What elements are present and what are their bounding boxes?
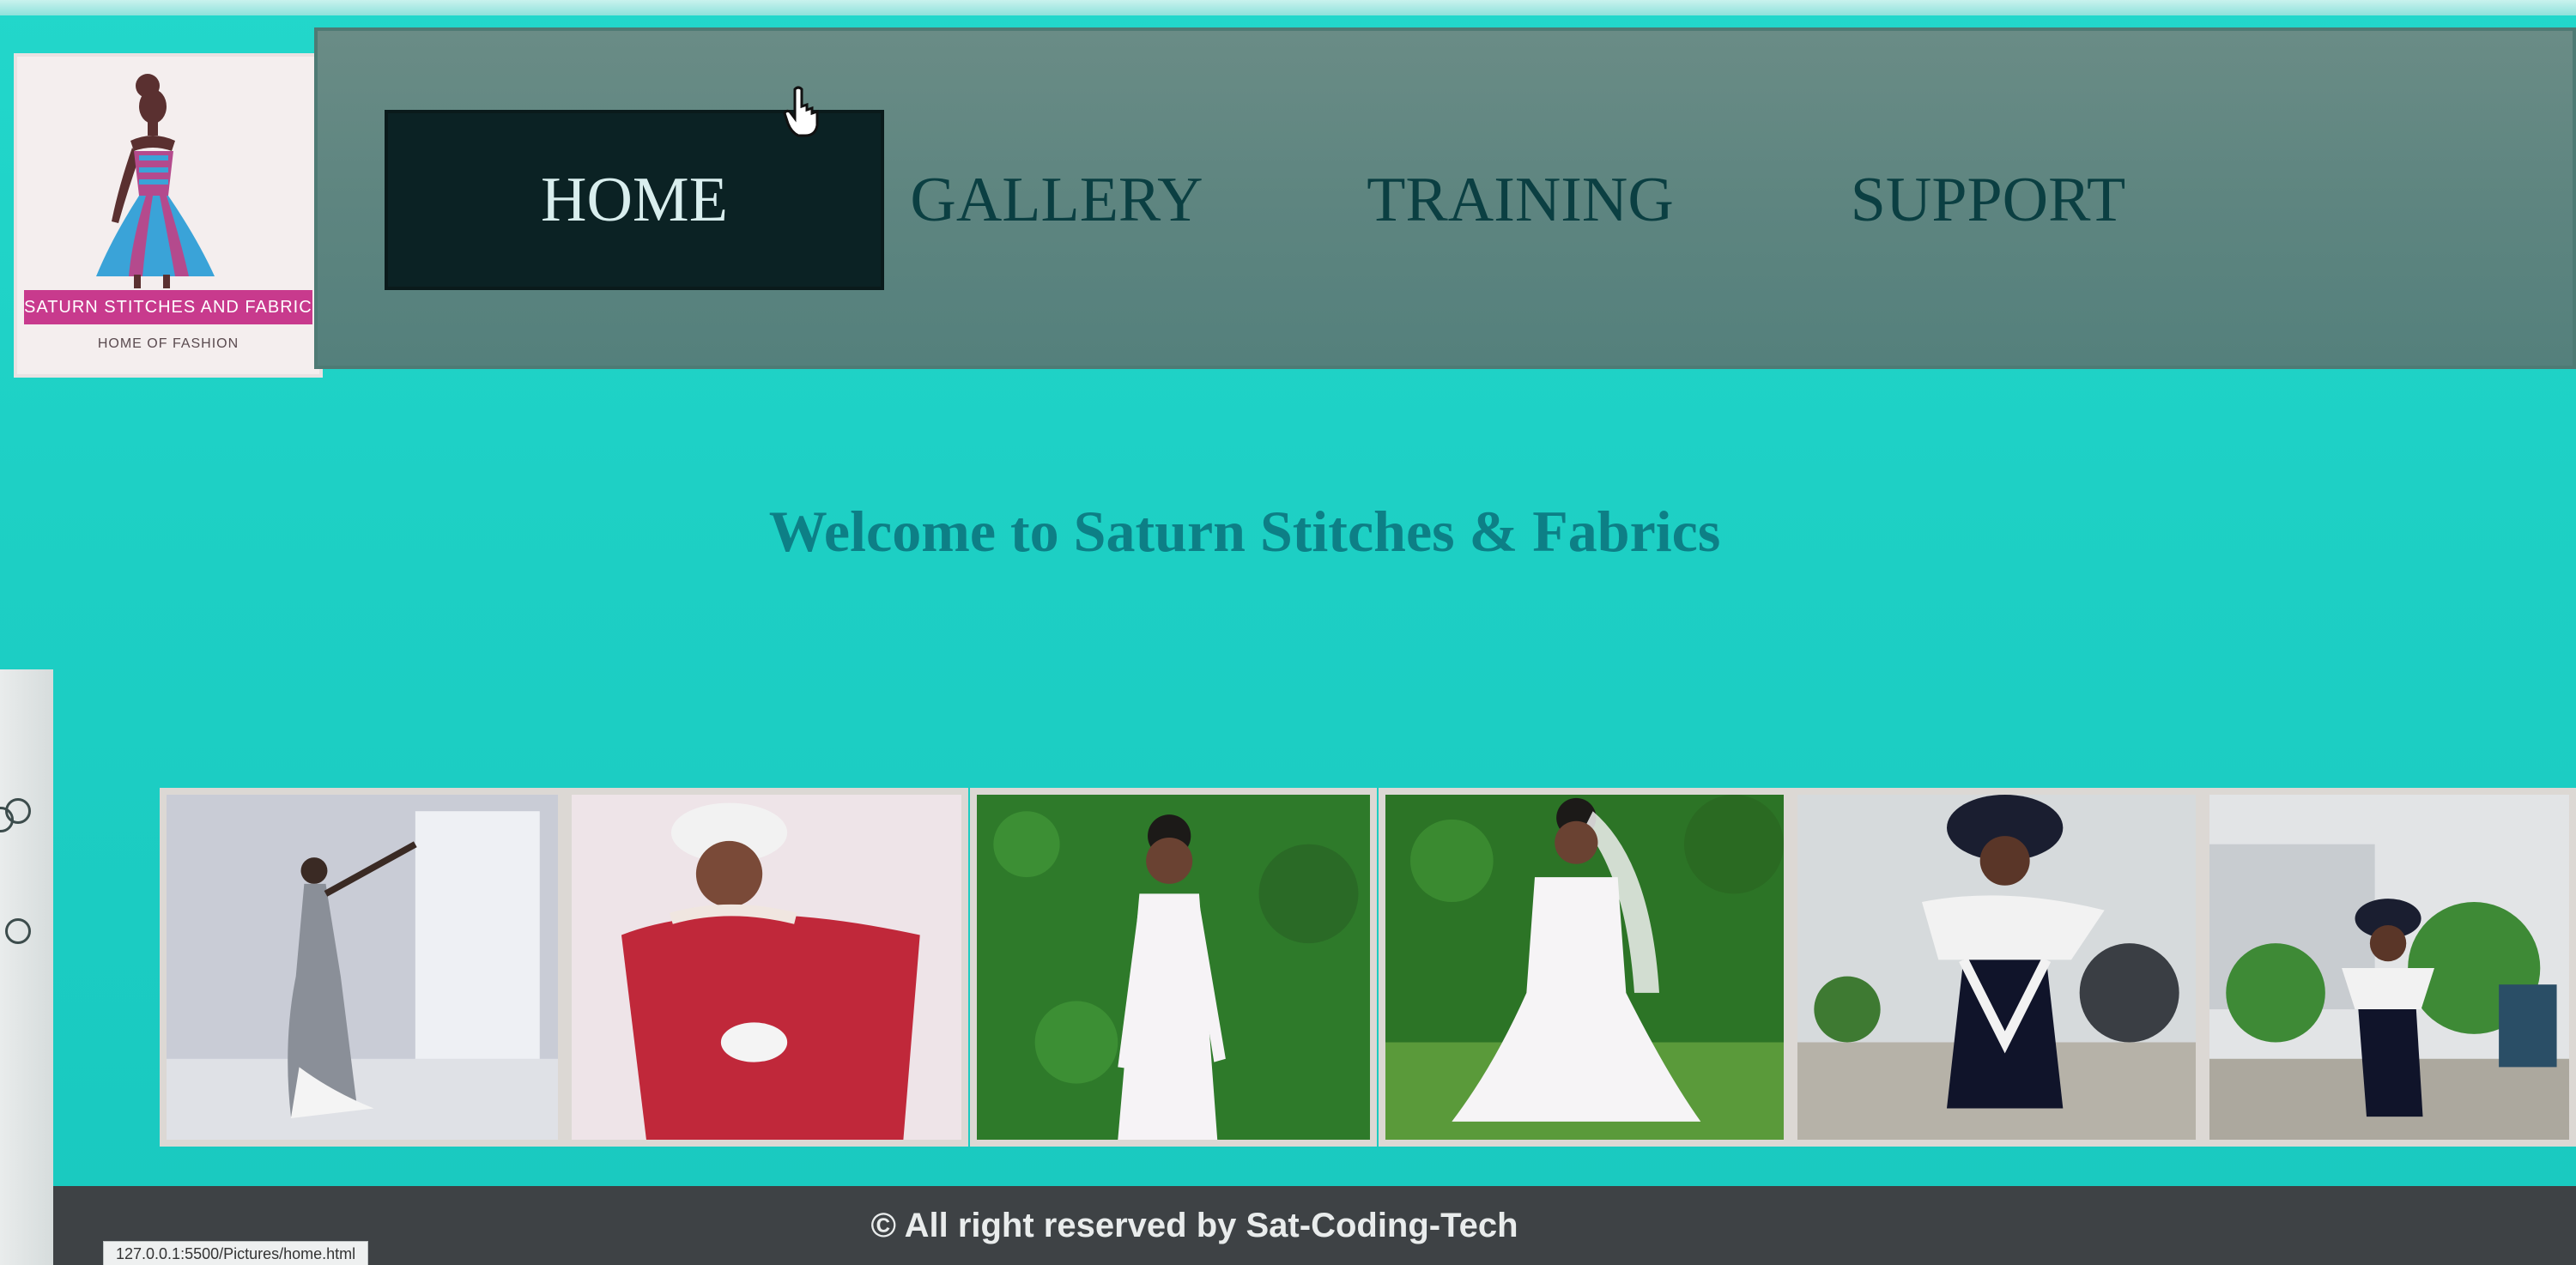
gallery-photo-2[interactable] xyxy=(565,788,968,1147)
browser-side-panel: … xyxy=(0,669,77,1265)
nav-gallery[interactable]: GALLERY xyxy=(910,110,1203,290)
photo-gallery xyxy=(160,788,2576,1157)
nav-home-label: HOME xyxy=(541,164,728,235)
logo-banner-text: SATURN STITCHES AND FABRICS xyxy=(24,290,312,324)
nav-support-label: SUPPORT xyxy=(1850,164,2126,235)
main-navigation: HOME GALLERY TRAINING SUPPORT xyxy=(314,27,2576,369)
nav-support[interactable]: SUPPORT xyxy=(1816,110,2160,290)
copyright-text: © All right reserved by Sat-Coding-Tech xyxy=(870,1206,1518,1244)
link-status-bar: 127.0.0.1:5500/Pictures/home.html xyxy=(103,1241,369,1265)
logo-tagline: HOME OF FASHION xyxy=(97,336,239,351)
nav-gallery-label: GALLERY xyxy=(910,164,1203,235)
nav-training[interactable]: TRAINING xyxy=(1361,110,1679,290)
gallery-photo-3[interactable] xyxy=(970,788,1377,1147)
lightbulb-icon[interactable] xyxy=(5,918,31,944)
gallery-photo-5[interactable] xyxy=(1791,788,2203,1147)
browser-top-edge xyxy=(0,0,2576,15)
page: SATURN STITCHES AND FABRICS HOME OF FASH… xyxy=(0,0,2576,1265)
site-logo[interactable]: SATURN STITCHES AND FABRICS HOME OF FASH… xyxy=(14,53,323,378)
gallery-photo-1[interactable] xyxy=(160,788,565,1147)
gallery-photo-6[interactable] xyxy=(2203,788,2576,1147)
page-footer: © All right reserved by Sat-Coding-Tech xyxy=(53,1186,2576,1265)
nav-training-label: TRAINING xyxy=(1367,164,1674,235)
dress-figure-icon xyxy=(96,74,215,288)
welcome-heading: Welcome to Saturn Stitches & Fabrics xyxy=(768,499,1721,564)
gallery-photo-4[interactable] xyxy=(1379,788,1791,1147)
hand-pointer-icon xyxy=(783,86,819,137)
